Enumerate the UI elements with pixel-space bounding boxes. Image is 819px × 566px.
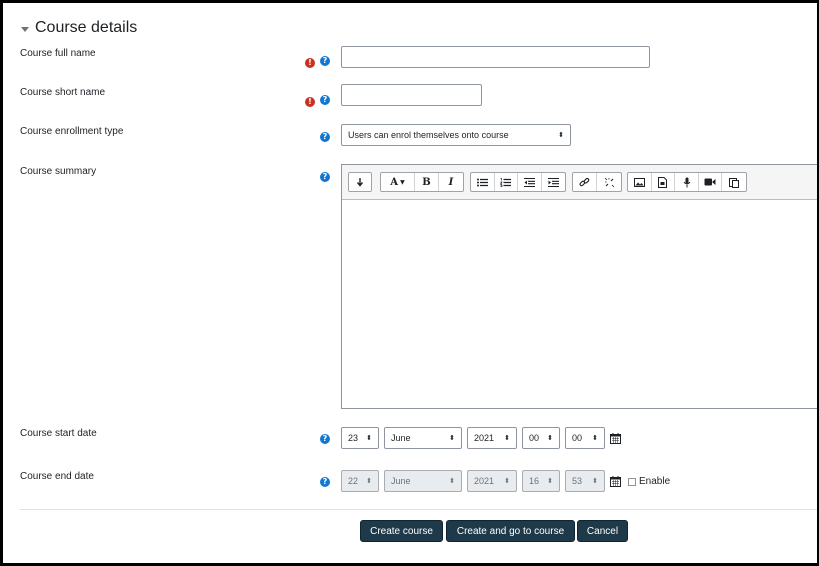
start-date-label: Course start date — [20, 428, 97, 439]
select-arrows-icon: ⬍ — [547, 477, 553, 485]
start-month-select[interactable]: June ⬍ — [384, 427, 462, 449]
section-header[interactable]: Course details — [21, 19, 137, 37]
start-day-select[interactable]: 23 ⬍ — [341, 427, 379, 449]
summary-label: Course summary — [20, 166, 97, 177]
toolbar-toggle-icon[interactable] — [349, 173, 371, 191]
required-icon: ! — [305, 58, 315, 68]
start-day-value: 23 — [348, 433, 359, 443]
link-icon[interactable] — [573, 173, 597, 191]
video-camera-icon[interactable] — [699, 173, 723, 191]
italic-label: I — [448, 176, 454, 188]
end-minute-select: 53 ⬍ — [565, 470, 605, 492]
full-name-input[interactable] — [341, 46, 650, 68]
enable-label: Enable — [639, 476, 671, 487]
toolbar-group-links — [572, 172, 622, 192]
help-icon[interactable]: ? — [320, 477, 330, 487]
end-month-select: June ⬍ — [384, 470, 462, 492]
start-minute-select[interactable]: 00 ⬍ — [565, 427, 605, 449]
create-and-go-button[interactable]: Create and go to course — [446, 520, 575, 542]
end-hour-value: 16 — [529, 476, 540, 486]
help-icon[interactable]: ? — [320, 56, 330, 66]
unordered-list-icon[interactable] — [471, 173, 495, 191]
short-name-label: Course short name — [20, 87, 106, 98]
enrollment-select[interactable]: Users can enrol themselves onto course ⬍ — [341, 124, 571, 146]
select-arrows-icon: ⬍ — [504, 477, 510, 485]
start-year-value: 2021 — [474, 433, 495, 443]
toolbar-group-style: A ▼ B I — [380, 172, 464, 192]
end-year-select: 2021 ⬍ — [467, 470, 517, 492]
select-arrows-icon: ⬍ — [366, 477, 372, 485]
short-name-input[interactable] — [341, 84, 482, 106]
font-style-button[interactable]: A ▼ — [381, 173, 415, 191]
select-arrows-icon: ⬍ — [504, 434, 510, 442]
help-icon[interactable]: ? — [320, 95, 330, 105]
caret-down-icon[interactable] — [21, 26, 29, 32]
dropdown-arrow-icon: ▼ — [400, 178, 405, 186]
select-arrows-icon: ⬍ — [558, 131, 564, 139]
help-icon[interactable]: ? — [320, 172, 330, 182]
required-icon: ! — [305, 97, 315, 107]
start-month-value: June — [391, 433, 411, 443]
help-icon[interactable]: ? — [320, 434, 330, 444]
toolbar-group-media — [627, 172, 747, 192]
cancel-button[interactable]: Cancel — [577, 520, 628, 542]
enable-end-date-checkbox[interactable] — [628, 478, 636, 486]
select-arrows-icon: ⬍ — [592, 434, 598, 442]
font-style-label: A — [390, 176, 399, 188]
end-day-select: 22 ⬍ — [341, 470, 379, 492]
form-frame: Course details Course full name ! ? Cour… — [0, 0, 819, 566]
select-arrows-icon: ⬍ — [592, 477, 598, 485]
toolbar-group-lists — [470, 172, 566, 192]
bold-button[interactable]: B — [415, 173, 439, 191]
enrollment-selected: Users can enrol themselves onto course — [348, 130, 509, 140]
end-day-value: 22 — [348, 476, 359, 486]
ordered-list-icon[interactable] — [495, 173, 518, 191]
section-title: Course details — [35, 19, 138, 36]
summary-editor: A ▼ B I — [341, 164, 817, 409]
start-hour-value: 00 — [529, 433, 540, 443]
enrollment-label: Course enrollment type — [20, 126, 124, 137]
start-year-select[interactable]: 2021 ⬍ — [467, 427, 517, 449]
select-arrows-icon: ⬍ — [449, 477, 455, 485]
end-month-value: June — [391, 476, 411, 486]
end-hour-select: 16 ⬍ — [522, 470, 560, 492]
italic-button[interactable]: I — [439, 173, 463, 191]
select-arrows-icon: ⬍ — [449, 434, 455, 442]
end-date-label: Course end date — [20, 471, 94, 482]
outdent-icon[interactable] — [518, 173, 542, 191]
unlink-icon[interactable] — [597, 173, 621, 191]
select-arrows-icon: ⬍ — [547, 434, 553, 442]
media-icon[interactable] — [652, 173, 676, 191]
editor-content-area[interactable] — [342, 200, 817, 408]
full-name-label: Course full name — [20, 48, 96, 59]
end-minute-value: 53 — [572, 476, 583, 486]
help-icon[interactable]: ? — [320, 132, 330, 142]
editor-toolbar: A ▼ B I — [342, 165, 817, 200]
paste-icon[interactable] — [722, 173, 746, 191]
divider — [20, 509, 817, 510]
calendar-icon[interactable] — [610, 476, 621, 487]
indent-icon[interactable] — [542, 173, 565, 191]
select-arrows-icon: ⬍ — [366, 434, 372, 442]
calendar-icon[interactable] — [610, 433, 621, 444]
start-minute-value: 00 — [572, 433, 583, 443]
end-year-value: 2021 — [474, 476, 495, 486]
bold-label: B — [422, 176, 431, 188]
start-hour-select[interactable]: 00 ⬍ — [522, 427, 560, 449]
toolbar-group-collapse — [348, 172, 372, 192]
create-course-button[interactable]: Create course — [360, 520, 443, 542]
microphone-icon[interactable] — [675, 173, 699, 191]
image-icon[interactable] — [628, 173, 652, 191]
